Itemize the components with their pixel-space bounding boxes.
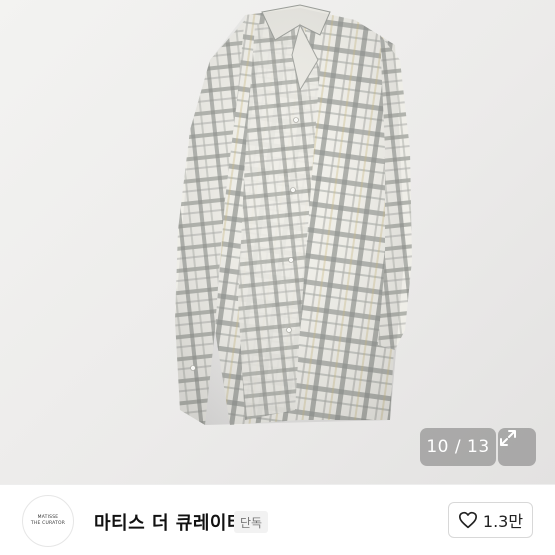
like-button[interactable]: 1.3만 (448, 502, 533, 538)
expand-button[interactable] (498, 428, 536, 466)
image-counter: 10 / 13 (420, 428, 496, 466)
expand-icon (500, 430, 516, 446)
heart-icon (458, 511, 477, 529)
plaid-shirt-image (175, 4, 412, 425)
product-photo[interactable]: 10 / 13 (0, 0, 555, 484)
seller-bar: MATISSE THE CURATOR 마티스 더 큐레이터 단독 1.3만 (0, 484, 555, 555)
avatar-text-line2: THE CURATOR (30, 521, 66, 526)
avatar[interactable]: MATISSE THE CURATOR (22, 495, 74, 547)
seller-name[interactable]: 마티스 더 큐레이터 (94, 509, 244, 535)
exclusive-badge: 단독 (234, 511, 269, 533)
like-count: 1.3만 (482, 512, 524, 531)
